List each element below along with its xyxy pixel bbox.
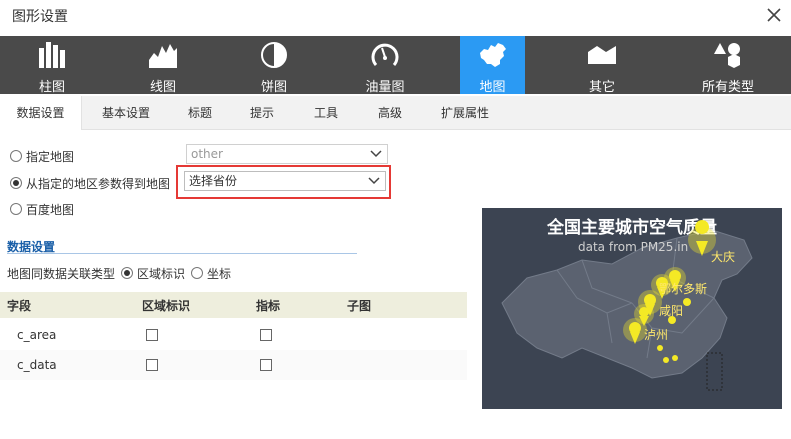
select-value: other (191, 147, 223, 161)
dialog-title: 图形设置 (12, 9, 68, 25)
chart-type-pie-chart[interactable]: 饼图 (222, 36, 326, 95)
highlight-box (176, 165, 391, 199)
radio-label-coordinate: 坐标 (207, 266, 232, 281)
tab-basic-settings[interactable]: 基本设置 (92, 96, 160, 130)
chart-type-label: 其它 (588, 80, 615, 95)
section-divider (7, 253, 357, 254)
field-name: c_data (17, 358, 57, 372)
chart-type-all[interactable]: 所有类型 (676, 36, 780, 95)
radio-button[interactable] (10, 177, 22, 189)
tab-extended-properties[interactable]: 扩展属性 (430, 96, 500, 130)
area-shape-icon (588, 46, 616, 64)
header-subchart: 子图 (347, 299, 372, 313)
table-row: c_area (0, 320, 467, 350)
tab-tools[interactable]: 工具 (302, 96, 350, 130)
chart-type-gauge[interactable]: 油量图 (333, 36, 437, 95)
chart-type-bar: 柱图 线图 饼图 油量图 地图 其它 所有类型 (0, 36, 791, 95)
header-metric: 指标 (256, 299, 281, 313)
settings-tabs: 数据设置 基本设置 标题 提示 工具 高级 扩展属性 (0, 96, 791, 130)
radio-button[interactable] (121, 267, 134, 279)
chart-type-label: 饼图 (260, 80, 287, 95)
city-label: 泸州 (644, 328, 669, 342)
radio-label-area-id: 区域标识 (137, 266, 186, 281)
metric-checkbox[interactable] (260, 359, 272, 371)
grid-header: 字段 区域标识 指标 子图 (0, 292, 467, 318)
radio-button[interactable] (191, 267, 204, 279)
dialog-titlebar: 图形设置 (0, 0, 791, 34)
shapes-icon (714, 43, 740, 68)
close-icon[interactable] (763, 4, 785, 26)
city-markers (623, 220, 716, 363)
tab-advanced[interactable]: 高级 (366, 96, 414, 130)
chart-type-label: 柱图 (38, 80, 65, 95)
radio-button[interactable] (10, 150, 22, 162)
tab-data-settings[interactable]: 数据设置 (0, 96, 82, 130)
radio-map-from-region-param[interactable]: 从指定的地区参数得到地图 (10, 174, 170, 192)
chart-type-label: 所有类型 (701, 80, 754, 95)
line-chart-icon (149, 44, 177, 68)
chart-type-line-chart[interactable]: 线图 (111, 36, 215, 95)
radio-button[interactable] (10, 203, 22, 215)
specified-map-select[interactable]: other (186, 144, 388, 164)
radio-label: 指定地图 (26, 149, 75, 164)
metric-checkbox[interactable] (260, 329, 272, 341)
chart-type-label: 地图 (479, 80, 506, 95)
field-grid: 字段 区域标识 指标 子图 c_area c_data (0, 292, 467, 380)
radio-baidu-map[interactable]: 百度地图 (10, 200, 74, 218)
gauge-icon (371, 43, 399, 66)
map-china-icon (479, 43, 506, 67)
field-name: c_area (17, 328, 57, 342)
tab-title[interactable]: 标题 (176, 96, 224, 130)
chart-type-map[interactable]: 地图 (460, 36, 525, 95)
city-label: 咸阳 (659, 304, 684, 318)
assoc-type-label: 地图同数据关联类型 (7, 266, 116, 281)
city-label: 大庆 (711, 250, 736, 264)
radio-label: 百度地图 (26, 202, 75, 217)
radio-label: 从指定的地区参数得到地图 (26, 176, 171, 191)
chart-type-other[interactable]: 其它 (556, 36, 648, 95)
header-field: 字段 (7, 299, 32, 313)
map-preview: 全国主要城市空气质量 data from PM25.in 大庆 鄂尔多斯 咸阳 … (482, 208, 782, 409)
pie-chart-icon (261, 42, 287, 68)
assoc-type-row: 地图同数据关联类型 区域标识 坐标 (7, 265, 231, 281)
chart-type-label: 线图 (149, 80, 176, 95)
header-area-id: 区域标识 (142, 299, 191, 313)
chart-type-bar-chart[interactable]: 柱图 (0, 36, 104, 95)
bar-chart-icon (39, 42, 65, 68)
chart-type-label: 油量图 (365, 80, 405, 95)
city-label: 鄂尔多斯 (659, 282, 708, 296)
area-id-checkbox[interactable] (146, 329, 158, 341)
radio-specified-map[interactable]: 指定地图 (10, 147, 74, 165)
table-row: c_data (0, 350, 467, 380)
area-id-checkbox[interactable] (146, 359, 158, 371)
chevron-down-icon (370, 150, 382, 158)
tab-tooltip[interactable]: 提示 (238, 96, 286, 130)
